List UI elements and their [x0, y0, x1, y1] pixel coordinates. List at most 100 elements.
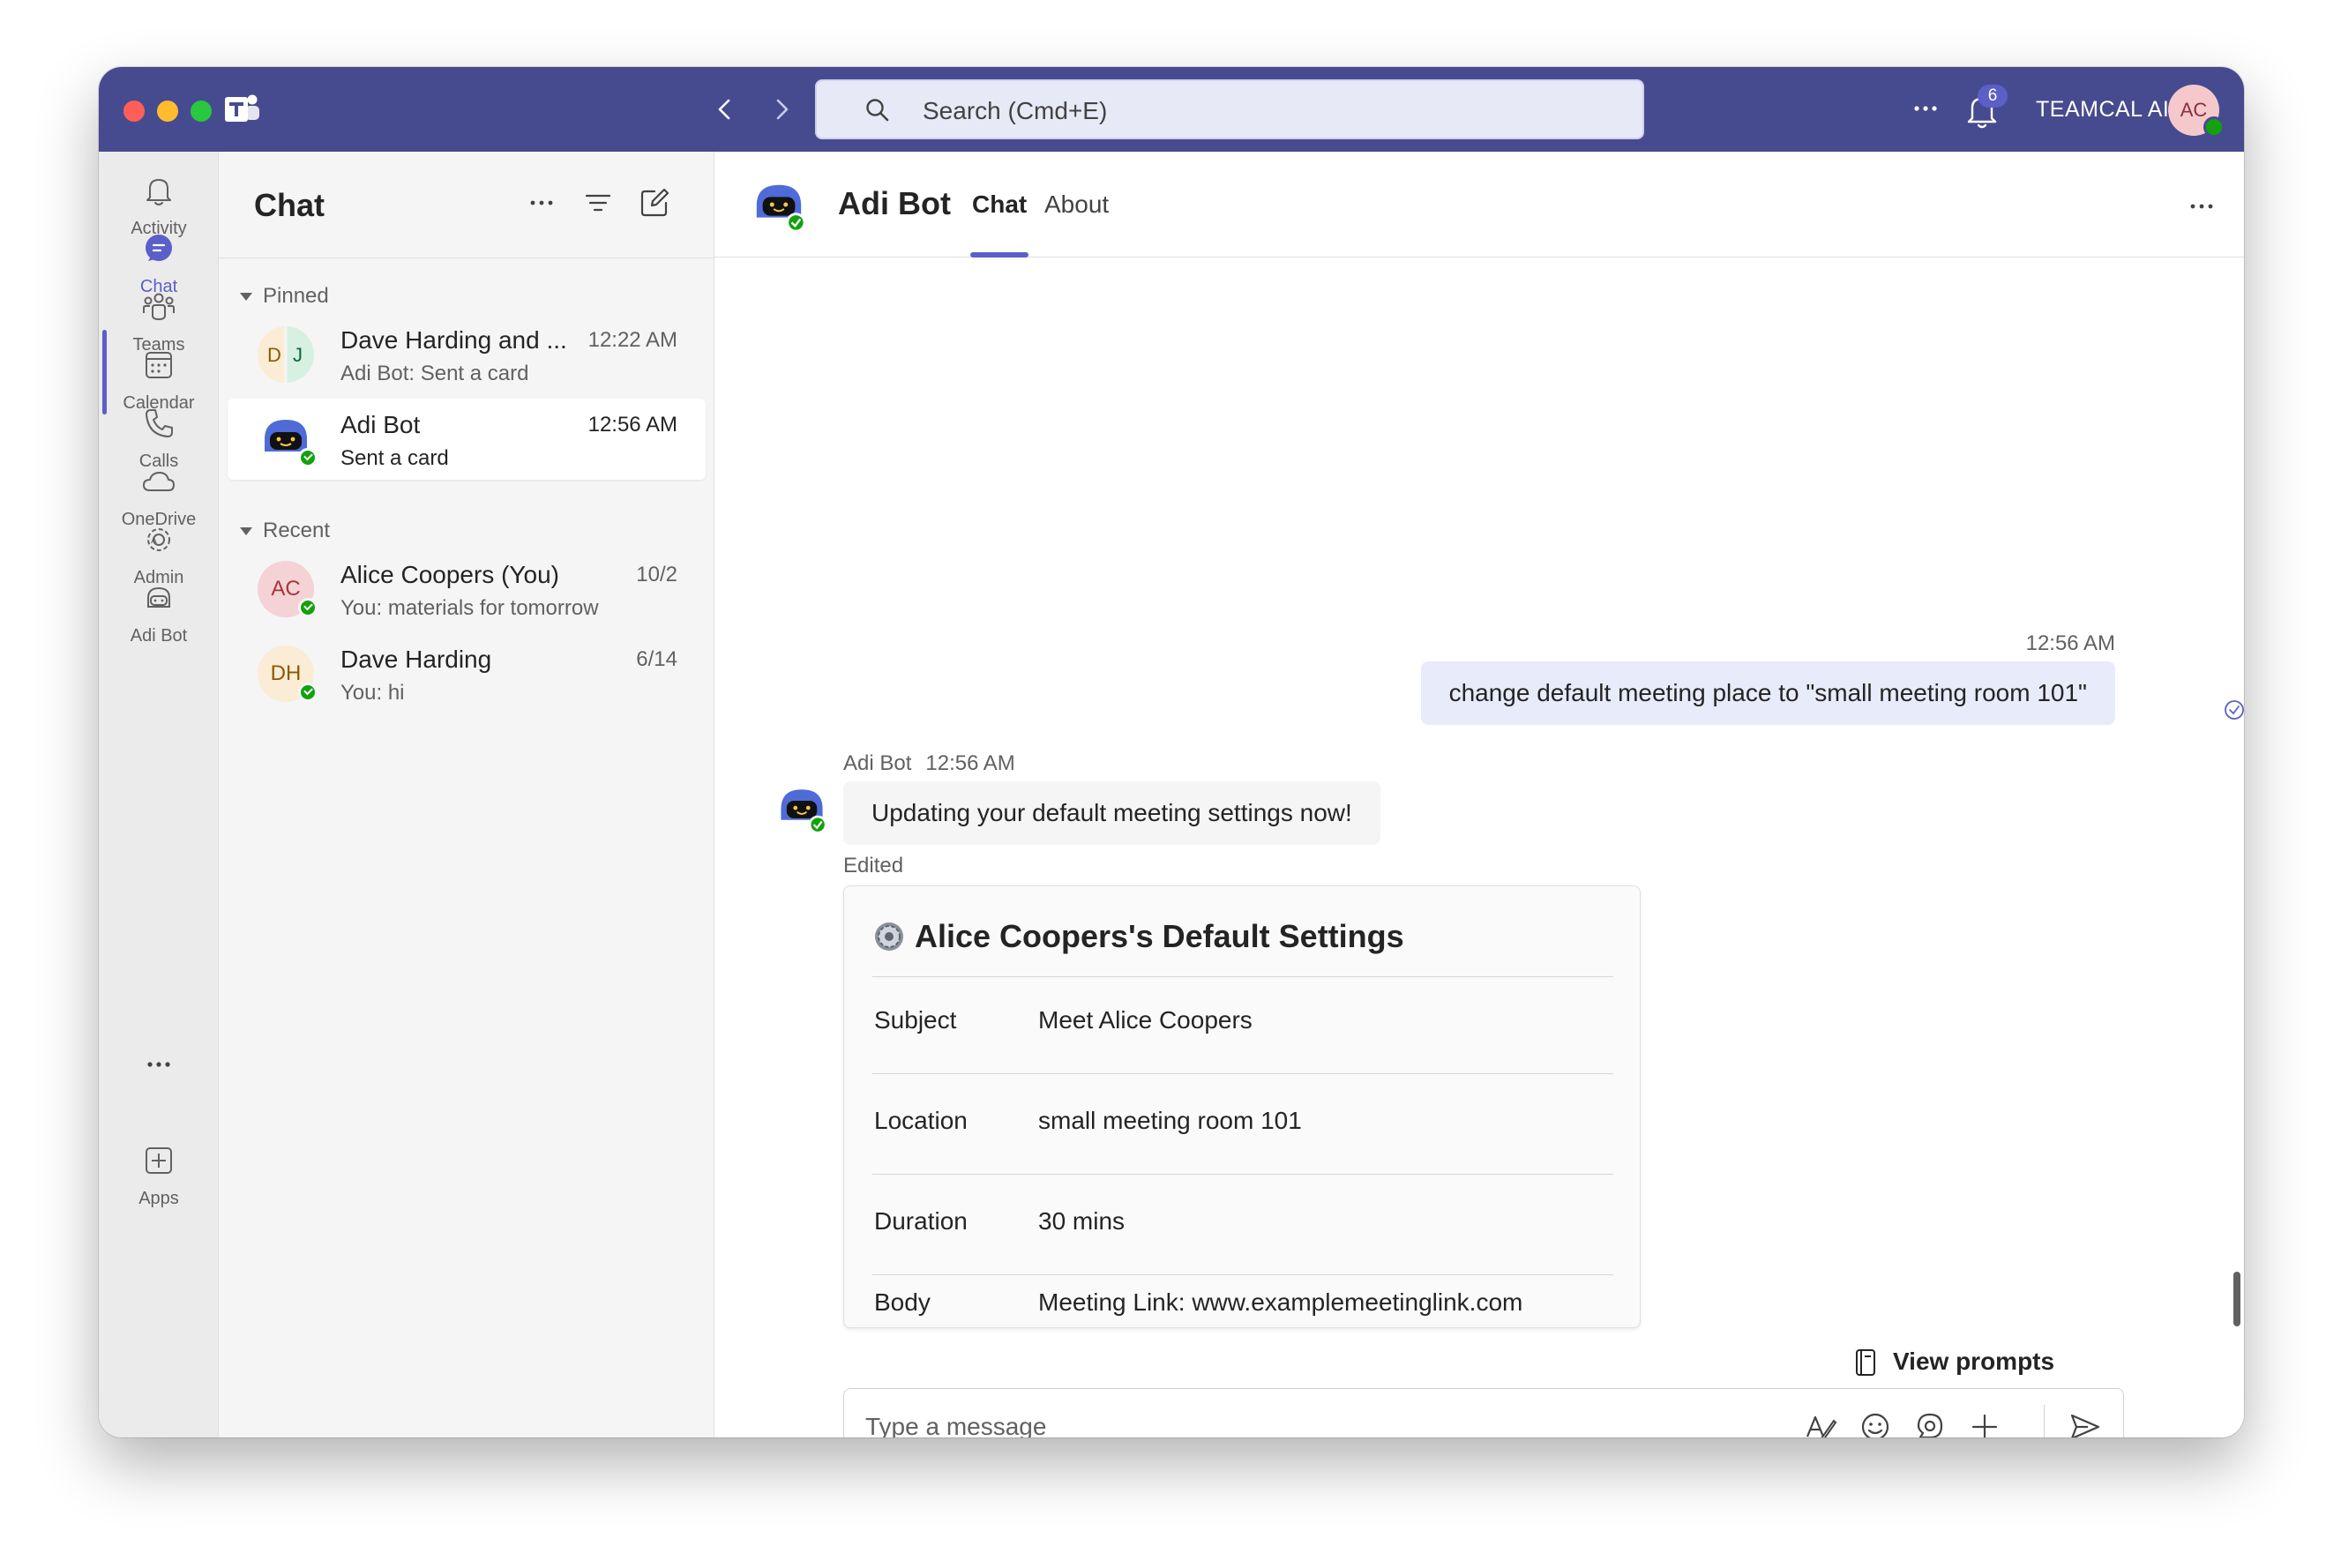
forward-arrow-icon[interactable]	[762, 90, 801, 129]
presence-available-icon	[298, 683, 318, 702]
caret-down-icon	[240, 293, 252, 302]
pinned-section-header[interactable]: Pinned	[240, 284, 329, 309]
new-chat-icon[interactable]	[635, 183, 674, 222]
add-attachment-icon[interactable]	[1966, 1408, 2003, 1437]
cloud-icon	[143, 472, 175, 491]
rail-item-apps[interactable]: Apps	[99, 1131, 219, 1219]
card-divider	[872, 1174, 1613, 1175]
chat-row-preview: Sent a card	[340, 446, 449, 470]
search-placeholder: Search (Cmd+E)	[923, 97, 1108, 124]
card-row-value: Meet Alice Coopers	[1038, 1006, 1253, 1034]
chat-row-preview: Adi Bot: Sent a card	[340, 362, 529, 385]
rail-label: Apps	[138, 1189, 179, 1208]
chat-list-title: Chat	[254, 187, 325, 223]
admin-icon: A	[147, 528, 170, 551]
chat-row-dave-harding-group[interactable]: D J Dave Harding and ... 12:22 AM Adi Bo…	[228, 314, 706, 395]
search-icon	[866, 99, 889, 122]
chat-row-time: 6/14	[636, 647, 677, 671]
incoming-message-meta: Adi Bot 12:56 AM	[843, 751, 1029, 776]
message-composer	[843, 1388, 2124, 1437]
incoming-message-bubble[interactable]: Updating your default meeting settings n…	[843, 781, 1380, 845]
edited-label: Edited	[843, 854, 904, 877]
teams-window: Search (Cmd+E) 6 TEAMCAL AI AC Activity	[99, 67, 2244, 1437]
rail-item-adi-bot[interactable]: Adi Bot	[99, 568, 219, 656]
zoom-window-button[interactable]	[191, 101, 212, 122]
card-row-key: Duration	[874, 1207, 968, 1235]
chat-row-time: 12:22 AM	[587, 328, 677, 352]
bell-icon	[146, 179, 171, 205]
message-input[interactable]	[864, 1407, 1746, 1437]
format-text-icon[interactable]	[1802, 1408, 1839, 1437]
notification-count-badge: 6	[1978, 85, 2008, 108]
conversation-pane: Adi Bot Chat About 12:56 AM change defau…	[714, 152, 2244, 1437]
filter-icon[interactable]	[579, 183, 617, 222]
more-apps-icon[interactable]	[138, 1051, 180, 1078]
card-divider	[872, 976, 1613, 977]
chat-row-alice-coopers[interactable]: AC Alice Coopers (You) 10/2 You: materia…	[228, 549, 706, 630]
conversation-title: Adi Bot	[838, 185, 951, 221]
rail-label: Adi Bot	[130, 626, 188, 646]
teams-icon	[143, 293, 175, 321]
outgoing-message-bubble[interactable]: change default meeting place to "small m…	[1420, 661, 2115, 725]
loop-component-icon[interactable]	[1911, 1408, 1948, 1437]
card-row-key: Subject	[874, 1006, 957, 1034]
minimize-window-button[interactable]	[157, 101, 178, 122]
phone-icon	[146, 409, 173, 437]
chat-row-name: Dave Harding and ...	[340, 326, 567, 354]
more-options-icon[interactable]	[522, 183, 561, 222]
active-tab-indicator	[970, 252, 1028, 258]
notebook-icon	[1856, 1349, 1875, 1376]
add-app-icon	[146, 1147, 172, 1174]
recent-section-header[interactable]: Recent	[240, 519, 330, 543]
more-options-icon[interactable]	[1903, 86, 1948, 131]
user-presence-icon	[2203, 116, 2225, 138]
chat-row-adi-bot[interactable]: Adi Bot 12:56 AM Sent a card	[228, 399, 706, 480]
card-divider	[872, 1274, 1613, 1275]
svg-text:A: A	[151, 536, 157, 546]
chat-row-time: 10/2	[636, 563, 677, 586]
gear-icon	[875, 922, 903, 951]
back-arrow-icon[interactable]	[706, 90, 744, 129]
message-timestamp: 12:56 AM	[2025, 631, 2115, 655]
teams-logo-icon	[225, 94, 259, 122]
presence-available-icon	[298, 448, 318, 467]
chat-row-time: 12:56 AM	[587, 413, 677, 437]
send-icon[interactable]	[2067, 1408, 2104, 1437]
svg-text:D: D	[267, 344, 281, 366]
close-window-button[interactable]	[123, 101, 145, 122]
chat-list-pane: Chat Pinned D J Dave Harding and ... 12:…	[219, 152, 714, 1437]
org-name: TEAMCAL AI	[2036, 97, 2170, 122]
bot-icon	[147, 586, 170, 608]
title-bar: Search (Cmd+E) 6 TEAMCAL AI AC	[99, 67, 2244, 152]
composer-divider	[2044, 1405, 2045, 1437]
presence-available-icon	[298, 598, 318, 617]
card-divider	[872, 1073, 1613, 1074]
card-row-value: small meeting room 101	[1038, 1107, 1302, 1134]
chat-row-dave-harding[interactable]: DH Dave Harding 6/14 You: hi	[228, 633, 706, 714]
chat-row-name: Adi Bot	[340, 411, 421, 438]
conversation-scrollbar[interactable]	[2233, 1272, 2240, 1326]
chat-row-name: Dave Harding	[340, 646, 492, 673]
card-row-value: Meeting Link: www.examplemeetinglink.com	[1038, 1288, 1523, 1316]
chat-icon	[146, 235, 172, 261]
tab-about[interactable]: About	[1044, 190, 1109, 219]
more-options-icon[interactable]	[2182, 187, 2221, 226]
chat-row-preview: You: materials for tomorrow	[340, 596, 599, 620]
card-row-value: 30 mins	[1038, 1207, 1126, 1235]
bot-avatar-icon	[756, 184, 806, 233]
caret-down-icon	[240, 527, 252, 536]
tab-chat[interactable]: Chat	[972, 190, 1027, 219]
message-sent-check-icon	[2225, 700, 2244, 720]
card-title: Alice Coopers's Default Settings	[915, 918, 1404, 954]
conversation-header: Adi Bot Chat About	[714, 152, 2244, 258]
view-prompts-label: View prompts	[1893, 1348, 2055, 1375]
message-timestamp: 12:56 AM	[925, 751, 1015, 775]
sender-name: Adi Bot	[843, 751, 912, 775]
emoji-icon[interactable]	[1857, 1408, 1894, 1437]
calendar-icon	[146, 352, 172, 378]
chat-row-name: Alice Coopers (You)	[340, 561, 559, 588]
card-row-key: Body	[874, 1288, 931, 1316]
bot-avatar-icon	[781, 789, 827, 834]
svg-text:J: J	[293, 344, 303, 366]
search-bar[interactable]: Search (Cmd+E)	[815, 79, 1644, 139]
